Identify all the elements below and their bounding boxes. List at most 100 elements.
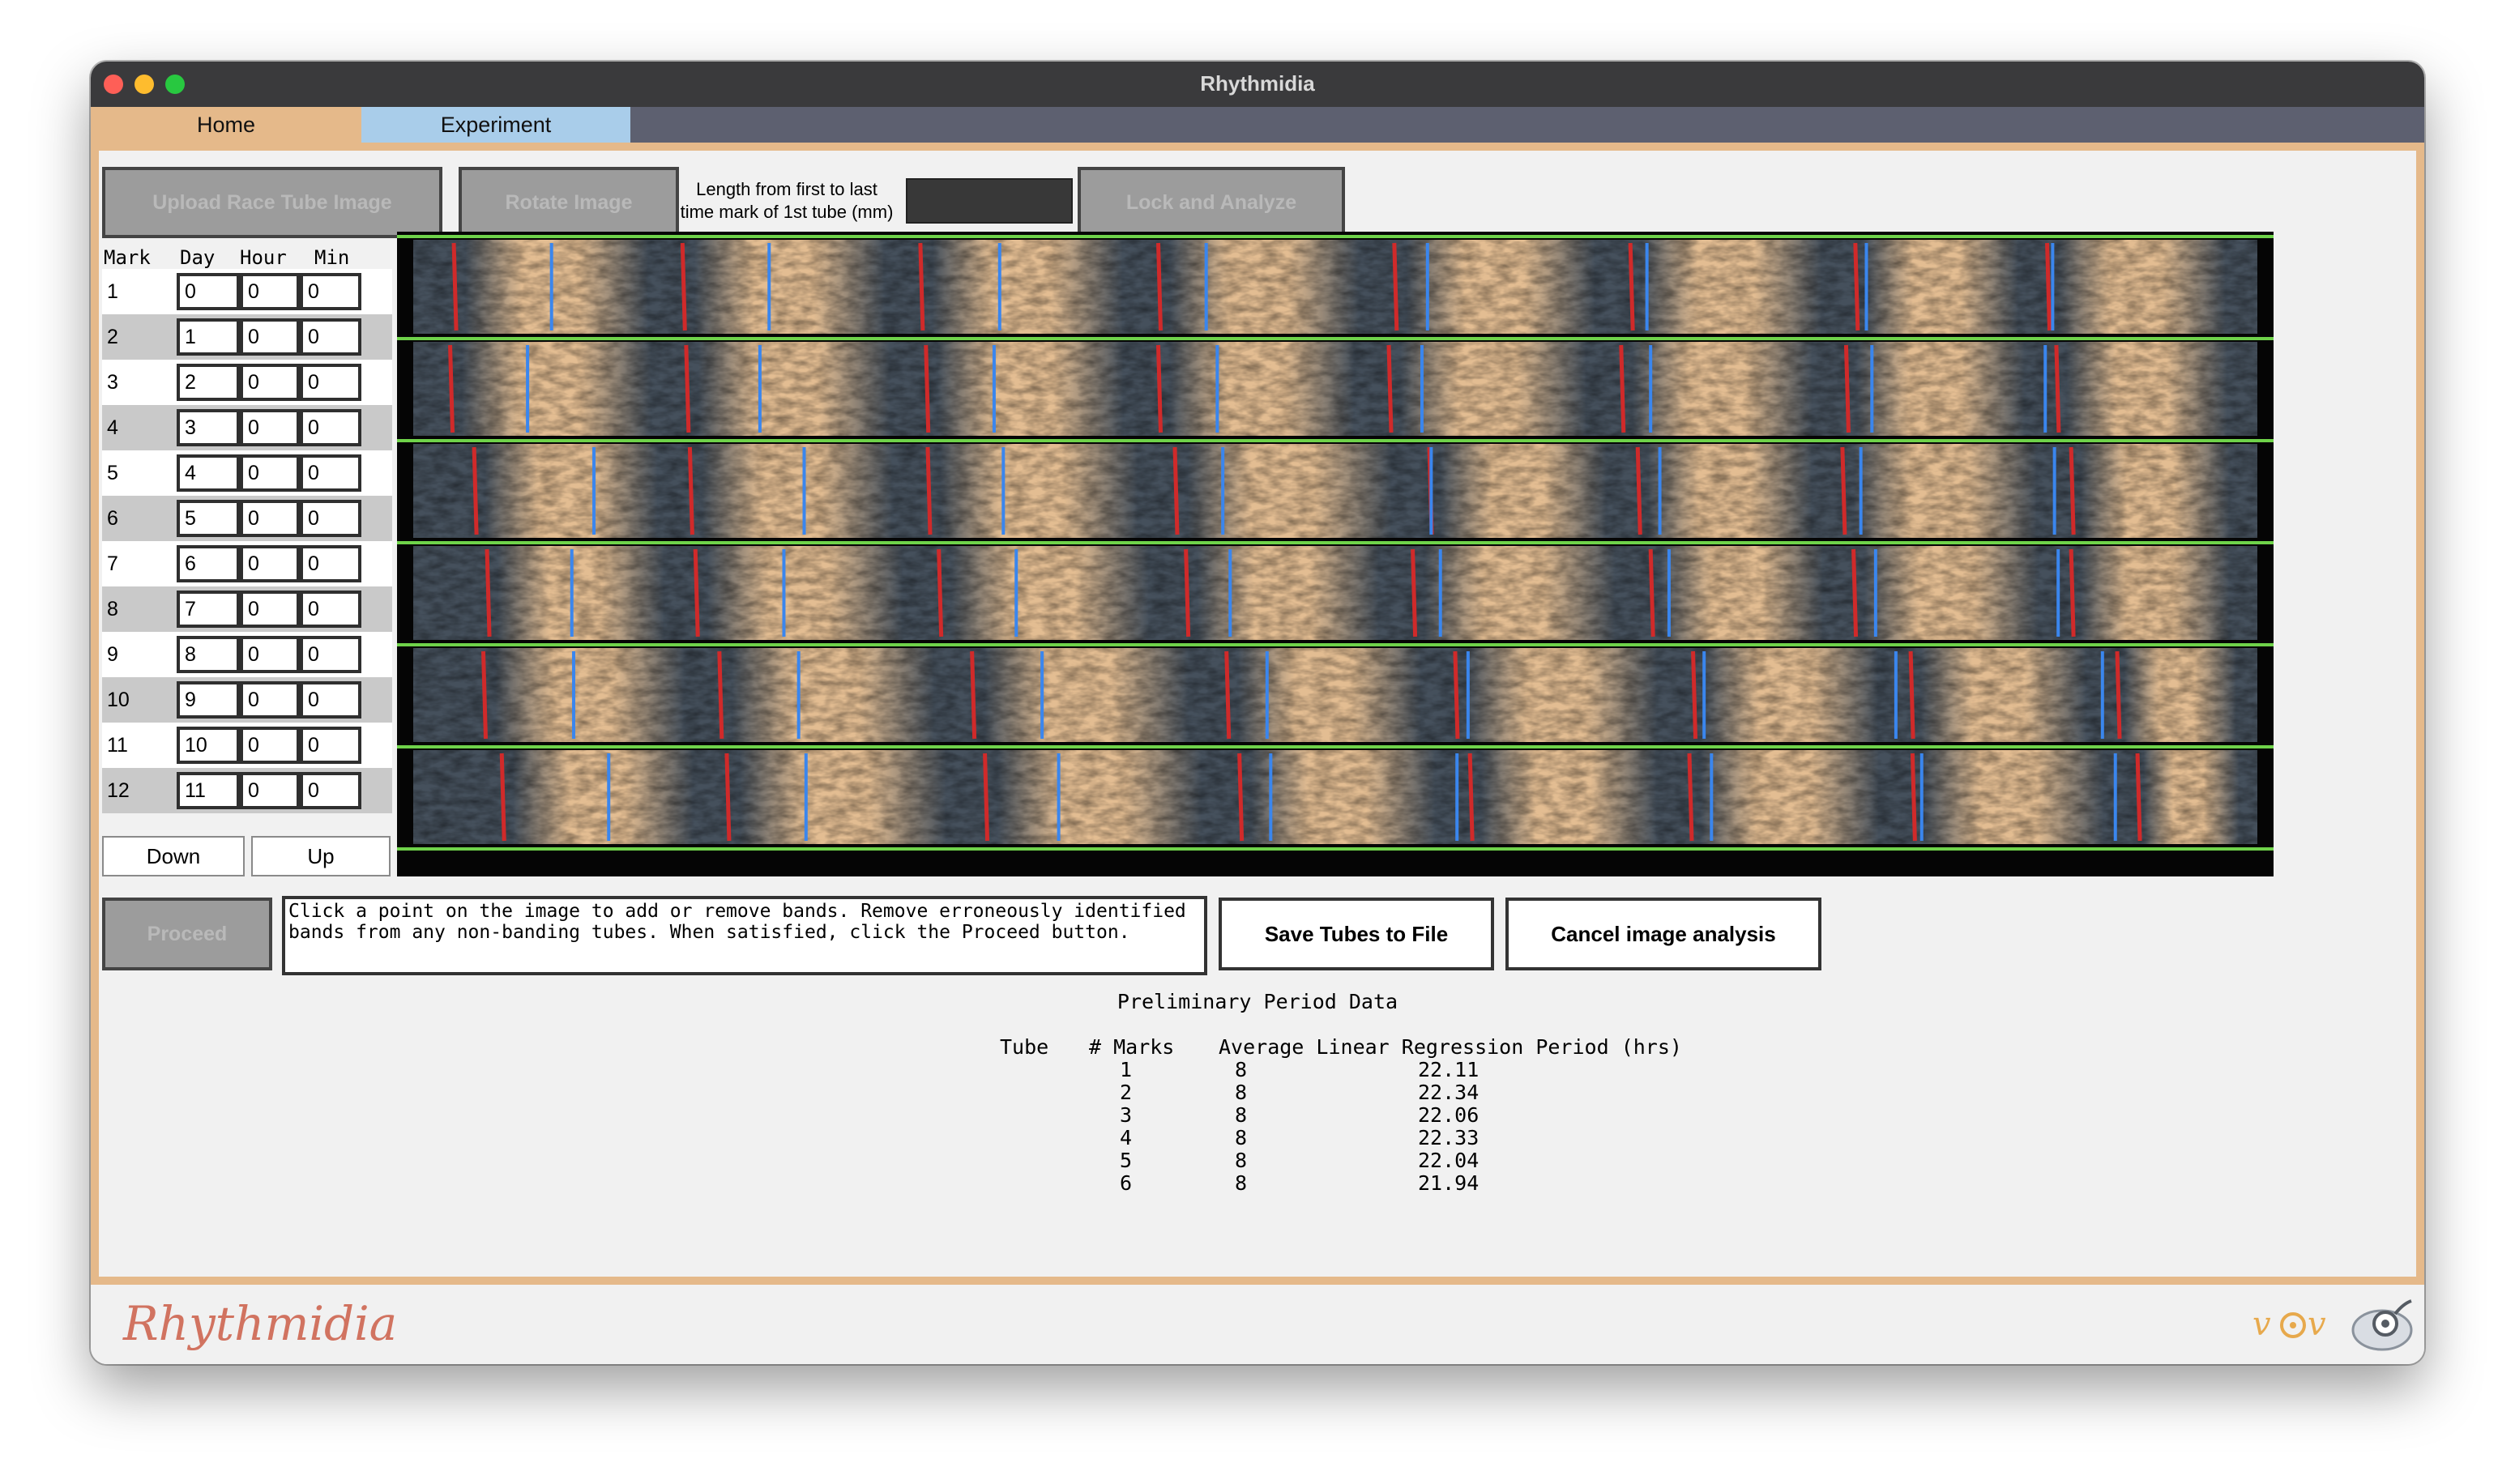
min-input[interactable]: 0 — [300, 636, 361, 673]
mark-row: 12 11 0 0 — [102, 768, 392, 813]
time-mark — [717, 650, 724, 740]
min-input[interactable]: 0 — [300, 364, 361, 401]
proceed-button[interactable]: Proceed — [102, 898, 272, 970]
period-row-tube: 5 — [1120, 1149, 1133, 1172]
time-mark — [1910, 753, 1917, 842]
time-mark — [925, 446, 933, 535]
hour-input[interactable]: 0 — [240, 500, 300, 537]
period-row-period: 22.04 — [1418, 1149, 1480, 1172]
time-mark — [2069, 548, 2076, 638]
period-row-tube: 6 — [1120, 1171, 1133, 1195]
hour-input[interactable]: 0 — [240, 273, 300, 310]
mark-number: 6 — [107, 507, 118, 530]
title-bar: Rhythmidia — [91, 62, 2424, 107]
mark-row: 4300 — [102, 405, 392, 450]
mark-number: 3 — [107, 371, 118, 394]
up-button[interactable]: Up — [251, 836, 391, 876]
day-input[interactable]: 8 — [177, 636, 240, 673]
day-input[interactable]: 6 — [177, 545, 240, 582]
time-mark — [499, 753, 506, 842]
period-row-period: 21.94 — [1418, 1171, 1480, 1195]
period-row-marks: 8 — [1235, 1149, 1248, 1172]
hour-input[interactable]: 0 — [240, 454, 300, 492]
mark-row: 8700 — [102, 586, 392, 632]
time-mark — [1619, 344, 1626, 433]
period-row-marks: 8 — [1235, 1103, 1248, 1127]
hour-input[interactable]: 0 — [240, 727, 300, 764]
mark-row: 5400 — [102, 450, 392, 496]
time-mark — [1411, 548, 1418, 638]
min-input[interactable]: 0 — [300, 318, 361, 356]
day-input[interactable]: 11 — [177, 772, 240, 809]
mark-row: 1000 — [102, 269, 392, 314]
day-input[interactable]: 1 — [177, 318, 240, 356]
save-tubes-to-file-button[interactable]: Save Tubes to File — [1219, 898, 1494, 970]
day-input[interactable]: 3 — [177, 409, 240, 446]
length-input[interactable] — [906, 178, 1073, 224]
mark-number: 9 — [107, 643, 118, 666]
time-mark — [2054, 344, 2061, 433]
min-input[interactable]: 0 — [300, 500, 361, 537]
period-row-marks: 8 — [1235, 1171, 1248, 1195]
period-row-period: 22.33 — [1418, 1126, 1480, 1149]
window-title: Rhythmidia — [1200, 71, 1315, 96]
hour-input[interactable]: 0 — [240, 591, 300, 628]
hour-input[interactable]: 0 — [240, 636, 300, 673]
instructions-box: Click a point on the image to add or rem… — [282, 896, 1207, 975]
hour-input[interactable]: 0 — [240, 409, 300, 446]
time-mark — [1648, 548, 1655, 638]
min-input[interactable]: 0 — [300, 681, 361, 719]
day-input[interactable]: 7 — [177, 591, 240, 628]
hour-input[interactable]: 0 — [240, 364, 300, 401]
time-mark — [2069, 446, 2076, 535]
hour-input[interactable]: 0 — [240, 545, 300, 582]
tab-experiment[interactable]: Experiment — [361, 107, 630, 143]
min-input[interactable]: 0 — [300, 409, 361, 446]
time-mark — [1467, 753, 1475, 842]
cancel-image-analysis-button[interactable]: Cancel image analysis — [1505, 898, 1821, 970]
min-input[interactable]: 0 — [300, 772, 361, 809]
period-row-period: 22.06 — [1418, 1103, 1480, 1127]
time-mark — [451, 242, 459, 331]
mark-number: 12 — [107, 779, 130, 802]
mark-number: 10 — [107, 689, 130, 711]
tube-texture — [413, 240, 2257, 334]
length-label: Length from first to last time mark of 1… — [669, 178, 904, 224]
svg-text:v: v — [2252, 1306, 2271, 1343]
mark-column-header: Mark — [104, 246, 151, 269]
rotate-image-button[interactable]: Rotate Image — [459, 167, 679, 238]
race-tube-canvas[interactable] — [397, 232, 2274, 876]
tab-home[interactable]: Home — [91, 107, 361, 143]
race-tube-image[interactable] — [397, 232, 2274, 876]
time-mark — [1392, 242, 1399, 331]
min-input[interactable]: 0 — [300, 591, 361, 628]
time-mark — [687, 446, 694, 535]
day-input[interactable]: 10 — [177, 727, 240, 764]
svg-text:v: v — [2308, 1306, 2326, 1343]
time-mark — [983, 753, 990, 842]
period-row-tube: 2 — [1120, 1081, 1133, 1104]
day-input[interactable]: 0 — [177, 273, 240, 310]
mark-row: 6500 — [102, 496, 392, 541]
min-input[interactable]: 0 — [300, 454, 361, 492]
day-input[interactable]: 2 — [177, 364, 240, 401]
hour-input[interactable]: 0 — [240, 681, 300, 719]
preliminary-period-title: Preliminary Period Data — [1117, 990, 1398, 1013]
day-input[interactable]: 4 — [177, 454, 240, 492]
day-input[interactable]: 5 — [177, 500, 240, 537]
hour-input[interactable]: 0 — [240, 318, 300, 356]
upload-race-tube-image-button[interactable]: Upload Race Tube Image — [102, 167, 442, 238]
min-input[interactable]: 0 — [300, 273, 361, 310]
mark-row: 11 10 0 0 — [102, 723, 392, 768]
time-mark — [1386, 344, 1394, 433]
mark-number: 8 — [107, 598, 118, 620]
day-input[interactable]: 9 — [177, 681, 240, 719]
min-input[interactable]: 0 — [300, 727, 361, 764]
hour-input[interactable]: 0 — [240, 772, 300, 809]
min-input[interactable]: 0 — [300, 545, 361, 582]
lock-and-analyze-button[interactable]: Lock and Analyze — [1078, 167, 1345, 238]
mark-row: 2100 — [102, 314, 392, 360]
period-row-tube: 3 — [1120, 1103, 1133, 1127]
down-button[interactable]: Down — [102, 836, 245, 876]
length-label-line2: time mark of 1st tube (mm) — [680, 202, 894, 222]
